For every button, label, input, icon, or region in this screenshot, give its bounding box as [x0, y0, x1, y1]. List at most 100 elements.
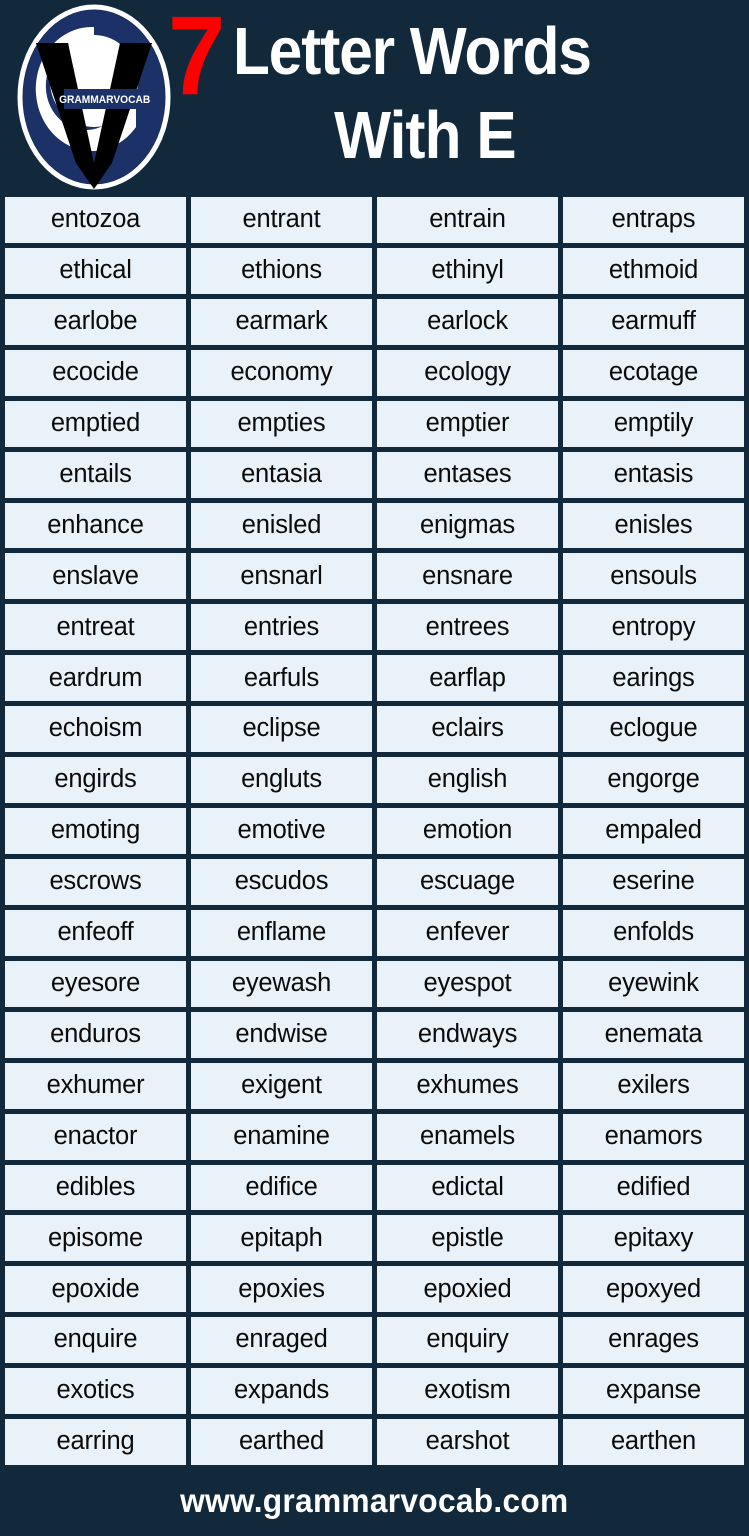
word-cell[interactable]: earlock	[377, 298, 558, 345]
word-cell[interactable]: ensouls	[563, 553, 744, 600]
word-cell[interactable]: earthen	[563, 1419, 744, 1466]
word-cell[interactable]: earlobe	[5, 298, 186, 345]
word-cell[interactable]: eclipse	[191, 706, 372, 753]
word-cell[interactable]: ensnarl	[191, 553, 372, 600]
word-cell[interactable]: enamine	[191, 1113, 372, 1160]
word-cell[interactable]: epoxies	[191, 1266, 372, 1313]
word-cell[interactable]: edifice	[191, 1164, 372, 1211]
word-cell[interactable]: eclogue	[563, 706, 744, 753]
word-cell[interactable]: enhance	[5, 502, 186, 549]
word-cell[interactable]: emotive	[191, 808, 372, 854]
word-cell[interactable]: epitaph	[191, 1215, 372, 1262]
word-cell[interactable]: emptier	[377, 400, 558, 447]
word-cell[interactable]: enemata	[563, 1011, 744, 1058]
word-cell[interactable]: earmuff	[563, 298, 744, 345]
word-cell[interactable]: earfuls	[191, 655, 372, 702]
word-cell[interactable]: exhumes	[377, 1062, 558, 1109]
word-cell[interactable]: epoxyed	[563, 1266, 744, 1313]
word-cell[interactable]: expands	[191, 1368, 372, 1415]
word-cell[interactable]: ethical	[5, 247, 186, 294]
word-cell[interactable]: eyesore	[5, 960, 186, 1007]
word-cell[interactable]: edified	[563, 1164, 744, 1211]
word-cell[interactable]: escudos	[191, 858, 372, 905]
word-cell[interactable]: enquire	[5, 1317, 186, 1364]
word-cell[interactable]: enamors	[563, 1113, 744, 1160]
word-cell[interactable]: ethinyl	[377, 247, 558, 294]
word-cell[interactable]: english	[377, 757, 558, 804]
word-cell[interactable]: entrain	[377, 197, 558, 243]
word-cell[interactable]: episome	[5, 1215, 186, 1262]
word-cell[interactable]: eyewash	[191, 960, 372, 1007]
word-cell[interactable]: entrant	[191, 197, 372, 243]
word-cell[interactable]: economy	[191, 349, 372, 396]
word-cell[interactable]: enamels	[377, 1113, 558, 1160]
word-cell[interactable]: exotics	[5, 1368, 186, 1415]
word-cell[interactable]: enduros	[5, 1011, 186, 1058]
word-cell[interactable]: enflame	[191, 909, 372, 956]
word-cell[interactable]: exilers	[563, 1062, 744, 1109]
word-cell[interactable]: emptily	[563, 400, 744, 447]
word-cell[interactable]: ecology	[377, 349, 558, 396]
word-cell[interactable]: enisles	[563, 502, 744, 549]
word-cell[interactable]: earmark	[191, 298, 372, 345]
word-cell[interactable]: engorge	[563, 757, 744, 804]
word-cell[interactable]: eyewink	[563, 960, 744, 1007]
word-cell[interactable]: enslave	[5, 553, 186, 600]
word-cell[interactable]: escuage	[377, 858, 558, 905]
word-cell[interactable]: earshot	[377, 1419, 558, 1466]
word-cell[interactable]: emoting	[5, 808, 186, 854]
word-cell[interactable]: entasia	[191, 451, 372, 498]
word-cell[interactable]: empaled	[563, 808, 744, 854]
word-cell[interactable]: edictal	[377, 1164, 558, 1211]
word-cell[interactable]: echoism	[5, 706, 186, 753]
word-cell[interactable]: entreat	[5, 604, 186, 651]
word-cell[interactable]: epoxide	[5, 1266, 186, 1313]
word-cell[interactable]: eserine	[563, 858, 744, 905]
word-cell[interactable]: earthed	[191, 1419, 372, 1466]
word-cell[interactable]: exotism	[377, 1368, 558, 1415]
word-cell[interactable]: empties	[191, 400, 372, 447]
word-cell[interactable]: enisled	[191, 502, 372, 549]
word-cell[interactable]: enfever	[377, 909, 558, 956]
word-cell[interactable]: entails	[5, 451, 186, 498]
word-cell[interactable]: entraps	[563, 197, 744, 243]
word-cell[interactable]: engluts	[191, 757, 372, 804]
word-cell[interactable]: escrows	[5, 858, 186, 905]
word-cell[interactable]: emotion	[377, 808, 558, 854]
word-cell[interactable]: earings	[563, 655, 744, 702]
word-cell[interactable]: entropy	[563, 604, 744, 651]
word-cell[interactable]: enfolds	[563, 909, 744, 956]
word-cell[interactable]: entasis	[563, 451, 744, 498]
word-cell[interactable]: earflap	[377, 655, 558, 702]
word-cell[interactable]: eyespot	[377, 960, 558, 1007]
word-cell[interactable]: enquiry	[377, 1317, 558, 1364]
word-cell[interactable]: ecotage	[563, 349, 744, 396]
word-cell[interactable]: eardrum	[5, 655, 186, 702]
word-cell[interactable]: epoxied	[377, 1266, 558, 1313]
word-cell[interactable]: eclairs	[377, 706, 558, 753]
word-cell[interactable]: edibles	[5, 1164, 186, 1211]
word-cell[interactable]: expanse	[563, 1368, 744, 1415]
word-cell[interactable]: engirds	[5, 757, 186, 804]
word-cell[interactable]: enactor	[5, 1113, 186, 1160]
word-cell[interactable]: ethmoid	[563, 247, 744, 294]
word-cell[interactable]: entases	[377, 451, 558, 498]
word-cell[interactable]: enrages	[563, 1317, 744, 1364]
word-cell[interactable]: ecocide	[5, 349, 186, 396]
word-cell[interactable]: exhumer	[5, 1062, 186, 1109]
word-cell[interactable]: enigmas	[377, 502, 558, 549]
word-cell[interactable]: entries	[191, 604, 372, 651]
word-cell[interactable]: entrees	[377, 604, 558, 651]
word-cell[interactable]: ethions	[191, 247, 372, 294]
word-cell[interactable]: endways	[377, 1011, 558, 1058]
word-cell[interactable]: epitaxy	[563, 1215, 744, 1262]
word-cell[interactable]: exigent	[191, 1062, 372, 1109]
word-cell[interactable]: ensnare	[377, 553, 558, 600]
word-cell[interactable]: emptied	[5, 400, 186, 447]
word-cell[interactable]: enfeoff	[5, 909, 186, 956]
word-cell[interactable]: entozoa	[5, 197, 186, 243]
word-cell[interactable]: enraged	[191, 1317, 372, 1364]
word-cell[interactable]: endwise	[191, 1011, 372, 1058]
word-cell[interactable]: earring	[5, 1419, 186, 1466]
word-cell[interactable]: epistle	[377, 1215, 558, 1262]
